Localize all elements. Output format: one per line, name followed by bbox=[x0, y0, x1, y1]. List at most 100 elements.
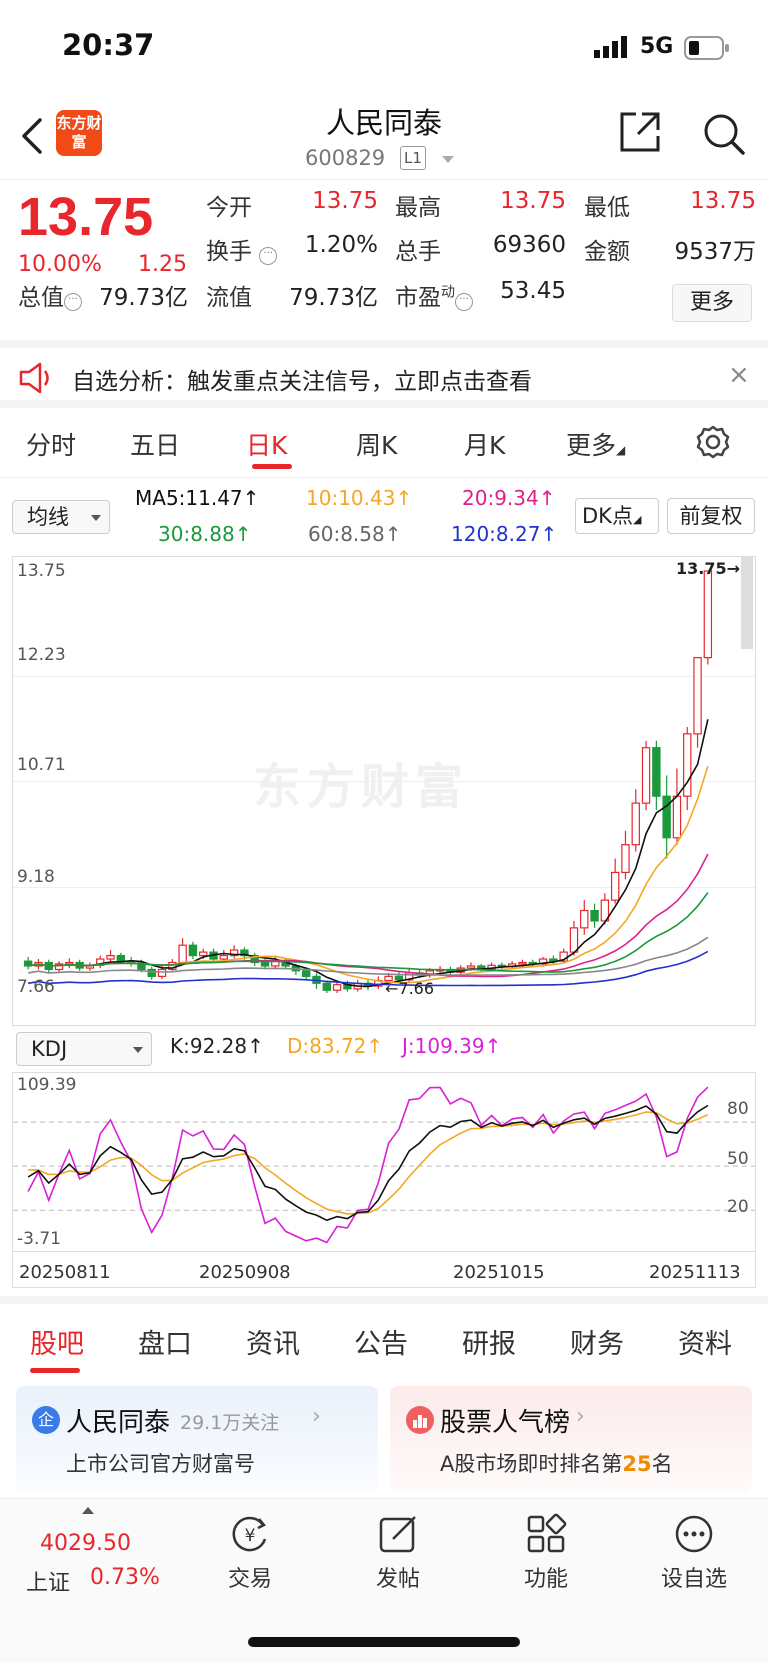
post-button[interactable]: 发帖 bbox=[348, 1513, 448, 1593]
candle-body bbox=[662, 795, 671, 839]
stock-code[interactable]: 600829 bbox=[305, 146, 385, 170]
tab-more[interactable]: 更多◢ bbox=[566, 426, 625, 462]
status-bar: 20:37 5G bbox=[0, 0, 768, 96]
candle-body bbox=[219, 954, 229, 960]
tab-news[interactable]: 资讯 bbox=[246, 1322, 300, 1361]
date-axis: 20250811 20250908 20251015 20251113 bbox=[12, 1252, 756, 1288]
index-name[interactable]: 上证 bbox=[26, 1565, 70, 1597]
edit-icon bbox=[379, 1516, 416, 1553]
high-label: 最高 bbox=[395, 195, 441, 221]
kdj-k-line bbox=[27, 1104, 709, 1222]
search-icon[interactable] bbox=[702, 112, 746, 156]
chevron-right-icon: › bbox=[312, 1404, 321, 1429]
home-indicator bbox=[248, 1637, 520, 1647]
pe-value: 53.45 bbox=[500, 278, 566, 304]
yuan-exchange-icon: ¥ bbox=[232, 1516, 267, 1552]
tab-intraday[interactable]: 分时 bbox=[26, 426, 76, 462]
bottom-bar: 4029.50 上证 0.73% ¥ 交易 发帖 功能 设自选 bbox=[0, 1498, 768, 1663]
ma30-value: 30:8.88↑ bbox=[158, 522, 252, 546]
market-cap-value: 79.73亿 bbox=[99, 285, 188, 311]
kline-chart[interactable]: 东方财富 13.75 12.23 10.71 9.18 7.66 13.75→ … bbox=[12, 556, 756, 1026]
candle-body bbox=[157, 968, 167, 977]
company-card[interactable]: 企 人民同泰 29.1万关注 › 上市公司官方财富号 bbox=[16, 1386, 378, 1492]
indicator-select[interactable]: 均线 bbox=[12, 500, 110, 534]
network-label: 5G bbox=[640, 34, 674, 59]
y-tick-label: 13.75 bbox=[17, 561, 66, 581]
kdj-k-value: K:92.28↑ bbox=[170, 1034, 264, 1058]
candle-body bbox=[621, 844, 630, 874]
y-tick-label: 9.18 bbox=[17, 867, 55, 887]
candle-body bbox=[65, 961, 74, 965]
candle-body bbox=[631, 802, 640, 846]
ma10-value: 10:10.43↑ bbox=[306, 486, 413, 510]
candle-body bbox=[332, 984, 342, 991]
rank-subtitle: A股市场即时排名第25名 bbox=[440, 1452, 673, 1476]
dk-point-button[interactable]: DK点◢ bbox=[575, 498, 659, 534]
close-icon[interactable]: × bbox=[728, 360, 750, 390]
popularity-card[interactable]: 股票人气榜 › A股市场即时排名第25名 bbox=[390, 1386, 752, 1492]
y-tick-label: 12.23 bbox=[17, 645, 66, 665]
chevron-right-icon: › bbox=[576, 1404, 585, 1429]
more-button[interactable]: 更多 bbox=[672, 284, 752, 322]
content-tabs: 股吧 盘口 资讯 公告 研报 财务 资料 bbox=[0, 1296, 768, 1376]
tab-daily-k[interactable]: 日K bbox=[246, 426, 287, 462]
sub-indicator-select[interactable]: KDJ bbox=[16, 1032, 152, 1066]
caret-up-icon bbox=[82, 1507, 94, 1514]
gear-icon[interactable] bbox=[695, 424, 731, 460]
function-button[interactable]: 功能 bbox=[496, 1513, 596, 1593]
more-dots-icon bbox=[675, 1515, 713, 1553]
ma5-line bbox=[27, 719, 709, 988]
company-badge-icon: 企 bbox=[32, 1406, 60, 1434]
ma120-value: 120:8.27↑ bbox=[451, 522, 558, 546]
status-time: 20:37 bbox=[62, 28, 155, 62]
kdj-d-line bbox=[28, 1111, 709, 1215]
tab-weekly-k[interactable]: 周K bbox=[356, 426, 397, 462]
candle-body bbox=[518, 961, 527, 965]
candle-body bbox=[147, 968, 156, 977]
info-dots-icon[interactable]: ··· bbox=[455, 293, 473, 311]
info-dots-icon[interactable]: ··· bbox=[64, 293, 82, 311]
tab-announcements[interactable]: 公告 bbox=[354, 1322, 408, 1361]
float-cap-value: 79.73亿 bbox=[289, 285, 378, 311]
ma5-value: MA5:11.47↑ bbox=[135, 486, 260, 510]
tab-underline bbox=[252, 464, 292, 469]
svg-text:¥: ¥ bbox=[245, 1526, 256, 1546]
tab-monthly-k[interactable]: 月K bbox=[464, 426, 505, 462]
info-dots-icon[interactable]: ··· bbox=[259, 247, 278, 265]
date-label: 20251015 bbox=[453, 1262, 545, 1283]
notice-text: 自选分析：触发重点关注信号，立即点击查看 bbox=[72, 369, 532, 395]
index-value[interactable]: 4029.50 bbox=[40, 1531, 131, 1556]
open-value: 13.75 bbox=[312, 188, 378, 214]
candle-body bbox=[672, 795, 682, 839]
kdj-chart[interactable]: 109.39 -3.71 80 50 20 bbox=[12, 1072, 756, 1252]
max-price-marker: 13.75→ bbox=[676, 559, 741, 578]
trade-button[interactable]: ¥ 交易 bbox=[200, 1513, 300, 1593]
turnover-label: 换手 ··· bbox=[206, 232, 278, 266]
follower-count: 29.1万关注 bbox=[180, 1412, 280, 1434]
tab-research[interactable]: 研报 bbox=[462, 1322, 516, 1361]
ma-row: 均线 MA5:11.47↑ 10:10.43↑ 20:9.34↑ 30:8.88… bbox=[0, 484, 768, 554]
index-percent[interactable]: 0.73% bbox=[90, 1565, 160, 1590]
high-value: 13.75 bbox=[500, 188, 566, 214]
candle-body bbox=[322, 982, 332, 991]
amount-label: 金额 bbox=[584, 239, 630, 265]
notice-bar[interactable]: 自选分析：触发重点关注信号，立即点击查看 × bbox=[0, 340, 768, 408]
tab-five-day[interactable]: 五日 bbox=[130, 426, 180, 462]
scroll-handle bbox=[741, 557, 753, 649]
volume-label: 总手 bbox=[395, 239, 441, 265]
tab-orderbook[interactable]: 盘口 bbox=[138, 1322, 192, 1361]
change-percent: 10.00% bbox=[18, 252, 102, 277]
candle-body bbox=[641, 747, 651, 804]
company-subtitle: 上市公司官方财富号 bbox=[66, 1452, 255, 1476]
pe-label: 市盈动 ··· bbox=[395, 278, 473, 312]
low-value: 13.75 bbox=[690, 188, 756, 214]
add-watchlist-button[interactable]: 设自选 bbox=[644, 1513, 744, 1593]
tab-profile[interactable]: 资料 bbox=[678, 1322, 732, 1361]
tab-finance[interactable]: 财务 bbox=[570, 1322, 624, 1361]
chevron-down-icon[interactable] bbox=[442, 156, 454, 163]
kdj-j-line bbox=[27, 1086, 709, 1244]
tab-forum[interactable]: 股吧 bbox=[30, 1322, 84, 1361]
share-icon[interactable] bbox=[618, 110, 662, 154]
kdj-max-label: 109.39 bbox=[17, 1075, 77, 1095]
adjust-button[interactable]: 前复权 bbox=[667, 498, 755, 534]
